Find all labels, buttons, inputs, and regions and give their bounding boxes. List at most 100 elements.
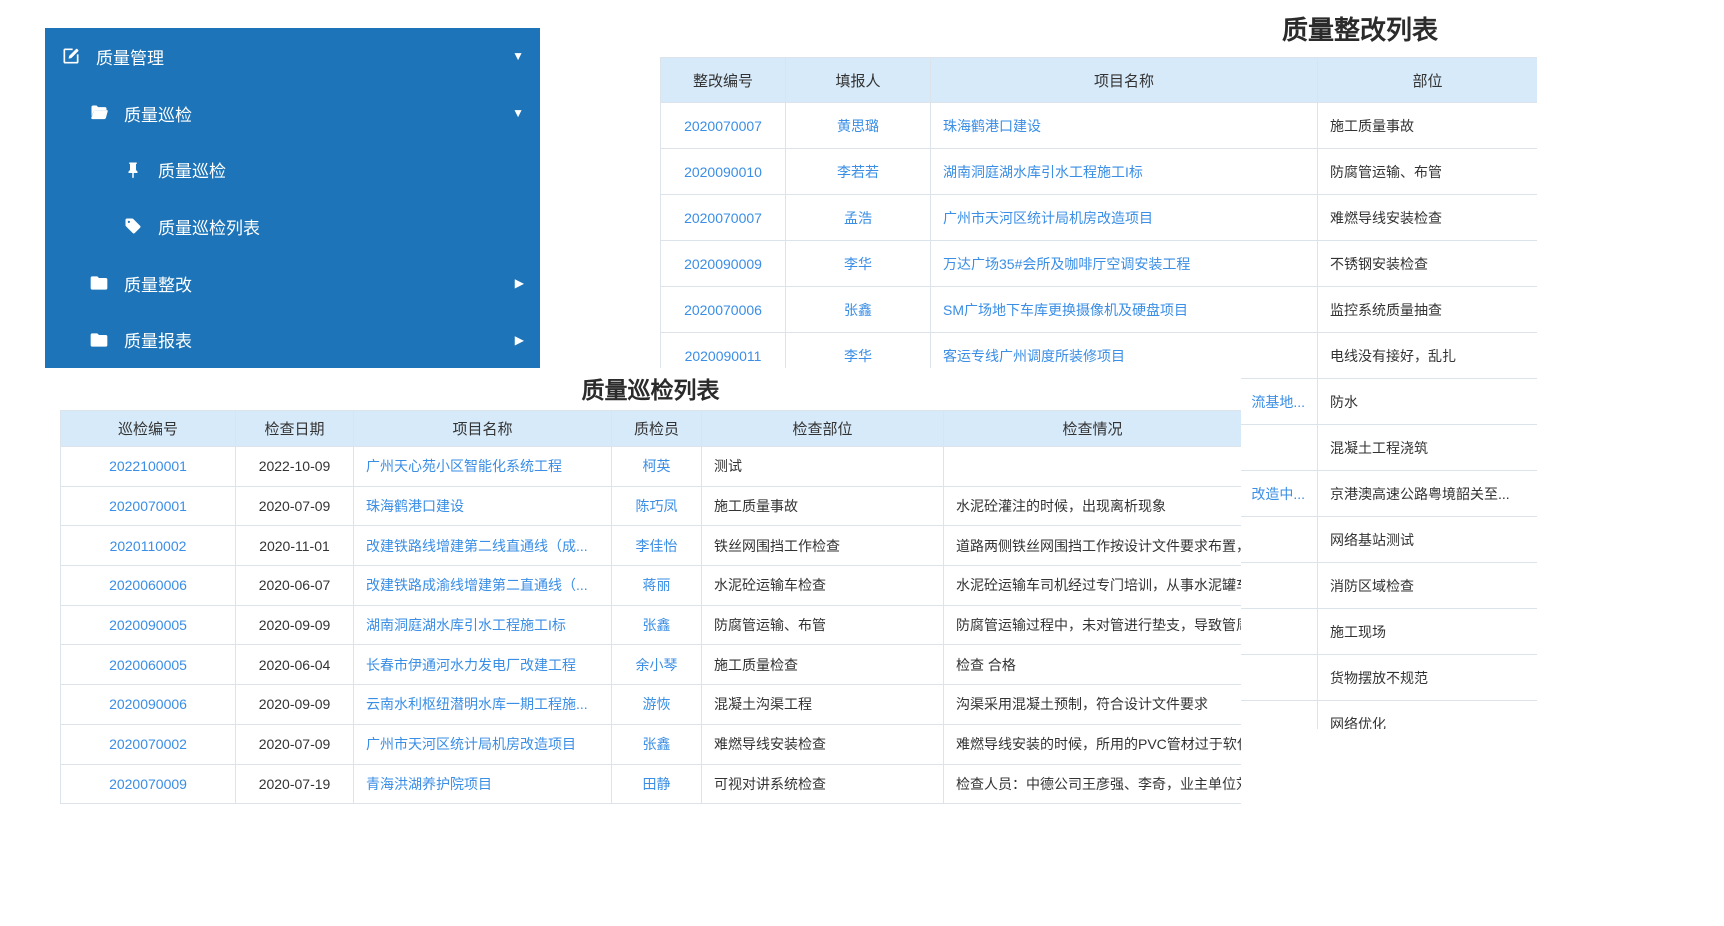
insp-inspector-link[interactable]: 陈巧凤 [612, 486, 702, 526]
insp-project-link[interactable]: 云南水利枢纽潜明水库一期工程施... [354, 685, 612, 725]
insp-part-cell: 难燃导线安装检查 [702, 724, 944, 764]
insp-part-cell: 测试 [702, 447, 944, 487]
sidebar-item-quality-rectification[interactable]: 质量整改 ▶ [45, 255, 540, 312]
chevron-right-icon[interactable]: ▶ [515, 277, 524, 289]
insp-part-cell: 可视对讲系统检查 [702, 764, 944, 804]
rect-filler-link[interactable]: 张鑫 [786, 287, 931, 333]
insp-date-cell: 2020-07-09 [236, 486, 354, 526]
rect-part-cell: 防腐管运输、布管 [1318, 149, 1538, 195]
insp-project-link[interactable]: 广州市天河区统计局机房改造项目 [354, 724, 612, 764]
insp-inspector-link[interactable]: 蒋丽 [612, 566, 702, 606]
rect-id-link[interactable]: 2020090009 [661, 241, 786, 287]
insp-id-link[interactable]: 2020090005 [61, 605, 236, 645]
insp-project-link[interactable]: 广州天心苑小区智能化系统工程 [354, 447, 612, 487]
table-row: 2020090005 2020-09-09 湖南洞庭湖水库引水工程施工I标 张鑫… [61, 605, 1242, 645]
insp-detail-cell: 水泥砼灌注的时候，出现离析现象 [944, 486, 1242, 526]
rect-id-link[interactable]: 2020070007 [661, 195, 786, 241]
rectification-rows: 2020070007 黄思璐 珠海鹤港口建设 施工质量事故 2020090010… [661, 103, 1538, 379]
page-title-inspection: 质量巡检列表 [60, 371, 1241, 405]
insp-project-link[interactable]: 改建铁路线增建第二线直通线（成... [354, 526, 612, 566]
folder-icon [88, 329, 110, 351]
insp-inspector-link[interactable]: 李佳怡 [612, 526, 702, 566]
insp-detail-cell: 防腐管运输过程中，未对管进行垫支，导致管周 [944, 605, 1242, 645]
insp-inspector-link[interactable]: 张鑫 [612, 724, 702, 764]
insp-project-link[interactable]: 珠海鹤港口建设 [354, 486, 612, 526]
table-row: 2020060005 2020-06-04 长春市伊通河水力发电厂改建工程 余小… [61, 645, 1242, 685]
table-row: 2020070007 黄思璐 珠海鹤港口建设 施工质量事故 [661, 103, 1538, 149]
col-rect-filler[interactable]: 填报人 [786, 58, 931, 103]
rect-filler-link[interactable]: 李华 [786, 241, 931, 287]
insp-part-cell: 铁丝网围挡工作检查 [702, 526, 944, 566]
chevron-down-icon[interactable]: ▼ [512, 50, 524, 62]
table-row: 2020070009 2020-07-19 青海洪湖养护院项目 田静 可视对讲系… [61, 764, 1242, 804]
rect-project-link[interactable]: 万达广场35#会所及咖啡厅空调安装工程 [931, 241, 1318, 287]
sidebar: 质量管理 ▼ 质量巡检 ▼ 质量巡检 质量巡检列表 质量整改 ▶ 质量报表 ▶ [45, 28, 540, 368]
rect-part-cell: 防水 [1318, 379, 1538, 425]
col-rect-project[interactable]: 项目名称 [931, 58, 1318, 103]
rect-project-link[interactable]: 广州市天河区统计局机房改造项目 [931, 195, 1318, 241]
insp-inspector-link[interactable]: 张鑫 [612, 605, 702, 645]
rect-id-link[interactable]: 2020070006 [661, 287, 786, 333]
insp-detail-cell: 水泥砼运输车司机经过专门培训，从事水泥罐车 [944, 566, 1242, 606]
folder-open-icon [88, 102, 110, 124]
insp-id-link[interactable]: 2020070001 [61, 486, 236, 526]
col-rect-part[interactable]: 部位 [1318, 58, 1538, 103]
insp-date-cell: 2020-07-09 [236, 724, 354, 764]
insp-id-link[interactable]: 2020070002 [61, 724, 236, 764]
insp-id-link[interactable]: 2020070009 [61, 764, 236, 804]
sidebar-item-label: 质量报表 [124, 327, 192, 352]
chevron-down-icon[interactable]: ▼ [512, 107, 524, 119]
insp-id-link[interactable]: 2020090006 [61, 685, 236, 725]
col-insp-detail[interactable]: 检查情况 [944, 411, 1242, 447]
insp-project-link[interactable]: 青海洪湖养护院项目 [354, 764, 612, 804]
rect-filler-link[interactable]: 孟浩 [786, 195, 931, 241]
rect-part-cell: 难燃导线安装检查 [1318, 195, 1538, 241]
rect-part-cell: 监控系统质量抽查 [1318, 287, 1538, 333]
rect-project-link[interactable]: 珠海鹤港口建设 [931, 103, 1318, 149]
chevron-right-icon[interactable]: ▶ [515, 334, 524, 346]
insp-project-link[interactable]: 长春市伊通河水力发电厂改建工程 [354, 645, 612, 685]
sidebar-item-quality-inspection-list[interactable]: 质量巡检列表 [45, 198, 540, 255]
insp-detail-cell: 检查 合格 [944, 645, 1242, 685]
col-rect-id[interactable]: 整改编号 [661, 58, 786, 103]
insp-inspector-link[interactable]: 游恢 [612, 685, 702, 725]
insp-project-link[interactable]: 改建铁路成渝线增建第二直通线（... [354, 566, 612, 606]
rect-filler-link[interactable]: 黄思璐 [786, 103, 931, 149]
table-row: 2020060006 2020-06-07 改建铁路成渝线增建第二直通线（...… [61, 566, 1242, 606]
rect-id-link[interactable]: 2020070007 [661, 103, 786, 149]
col-insp-project[interactable]: 项目名称 [354, 411, 612, 447]
insp-id-link[interactable]: 2020060006 [61, 566, 236, 606]
table-row: 2022100001 2022-10-09 广州天心苑小区智能化系统工程 柯英 … [61, 447, 1242, 487]
col-insp-id[interactable]: 巡检编号 [61, 411, 236, 447]
insp-inspector-link[interactable]: 田静 [612, 764, 702, 804]
insp-part-cell: 防腐管运输、布管 [702, 605, 944, 645]
rect-part-cell: 网络基站测试 [1318, 517, 1538, 563]
table-row: 2020070002 2020-07-09 广州市天河区统计局机房改造项目 张鑫… [61, 724, 1242, 764]
sidebar-item-quality-inspection[interactable]: 质量巡检 [45, 141, 540, 198]
insp-inspector-link[interactable]: 柯英 [612, 447, 702, 487]
insp-detail-cell: 沟渠采用混凝土预制，符合设计文件要求 [944, 685, 1242, 725]
rect-filler-link[interactable]: 李若若 [786, 149, 931, 195]
rect-project-link[interactable]: SM广场地下车库更换摄像机及硬盘项目 [931, 287, 1318, 333]
col-insp-date[interactable]: 检查日期 [236, 411, 354, 447]
rectification-header-row: 整改编号 填报人 项目名称 部位 [661, 58, 1538, 103]
table-row: 2020070001 2020-07-09 珠海鹤港口建设 陈巧凤 施工质量事故… [61, 486, 1242, 526]
sidebar-item-quality-inspection-group[interactable]: 质量巡检 ▼ [45, 85, 540, 142]
insp-project-link[interactable]: 湖南洞庭湖水库引水工程施工I标 [354, 605, 612, 645]
insp-inspector-link[interactable]: 余小琴 [612, 645, 702, 685]
insp-detail-cell: 难燃导线安装的时候，所用的PVC管材过于软化 [944, 724, 1242, 764]
col-insp-part[interactable]: 检查部位 [702, 411, 944, 447]
insp-id-link[interactable]: 2020110002 [61, 526, 236, 566]
col-insp-inspector[interactable]: 质检员 [612, 411, 702, 447]
inspection-rows: 2022100001 2022-10-09 广州天心苑小区智能化系统工程 柯英 … [61, 447, 1242, 804]
rect-id-link[interactable]: 2020090010 [661, 149, 786, 195]
rect-part-cell: 消防区域检查 [1318, 563, 1538, 609]
insp-part-cell: 施工质量检查 [702, 645, 944, 685]
table-row: 2020110002 2020-11-01 改建铁路线增建第二线直通线（成...… [61, 526, 1242, 566]
insp-id-link[interactable]: 2020060005 [61, 645, 236, 685]
insp-id-link[interactable]: 2022100001 [61, 447, 236, 487]
sidebar-item-quality-management[interactable]: 质量管理 ▼ [45, 28, 540, 85]
rect-project-link[interactable]: 湖南洞庭湖水库引水工程施工I标 [931, 149, 1318, 195]
sidebar-item-quality-report[interactable]: 质量报表 ▶ [45, 311, 540, 368]
rect-part-cell: 京港澳高速公路粤境韶关至... [1318, 471, 1538, 517]
